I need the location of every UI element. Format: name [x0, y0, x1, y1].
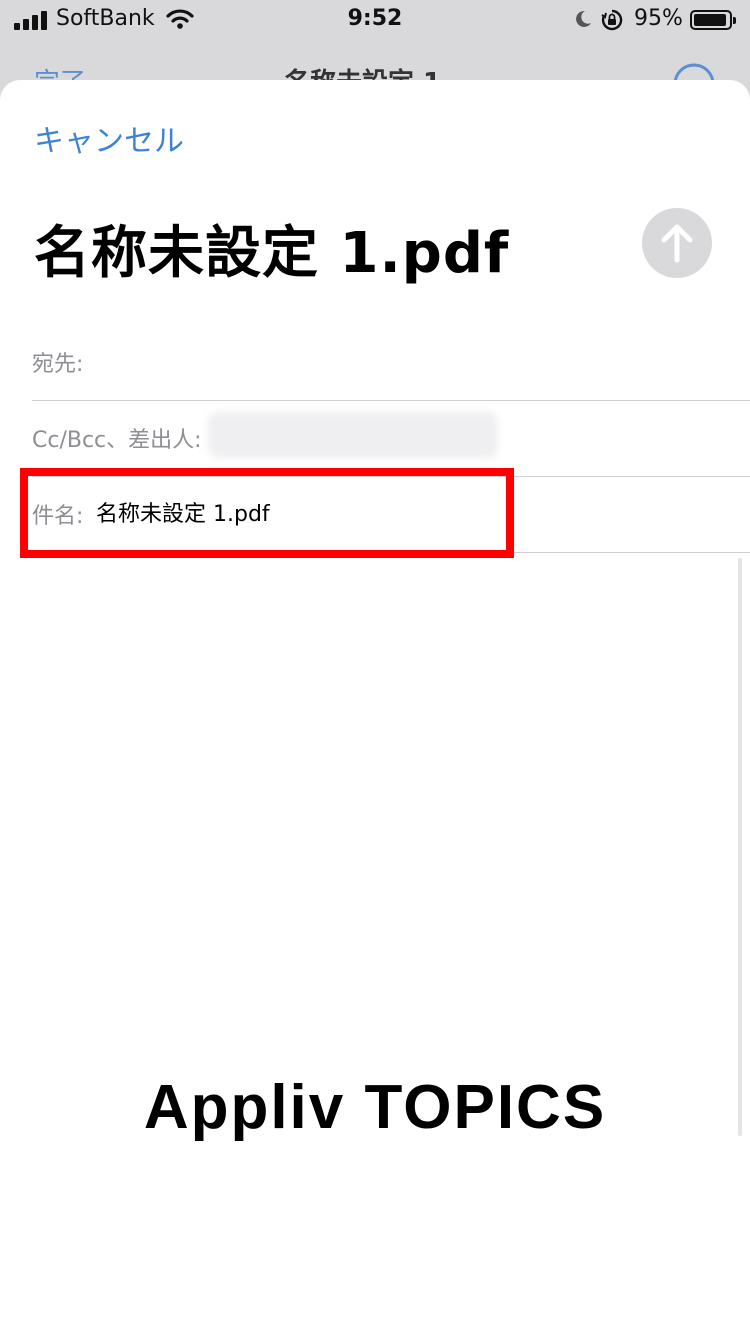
arrow-up-icon [661, 224, 693, 263]
scrollbar[interactable] [738, 558, 742, 1136]
cancel-button[interactable]: キャンセル [34, 116, 184, 160]
watermark: Appliv TOPICS [143, 1073, 607, 1142]
moon-icon [572, 8, 594, 36]
battery-icon [690, 10, 736, 30]
highlight-box [20, 468, 514, 558]
status-bar: SoftBank 9:52 95% [0, 0, 750, 40]
to-label: 宛先: [32, 352, 84, 377]
mail-compose-sheet: キャンセル 名称未設定 1.pdf 宛先: Cc/Bcc、差出人: 件名: 名称… [0, 80, 750, 1334]
cc-label: Cc/Bcc、差出人: [32, 428, 202, 453]
cc-bcc-from-field[interactable]: Cc/Bcc、差出人: [32, 400, 750, 477]
battery-percent: 95% [634, 6, 683, 31]
to-field[interactable]: 宛先: [32, 324, 750, 401]
compose-title: 名称未設定 1.pdf [34, 221, 510, 286]
orientation-lock-icon [600, 8, 624, 38]
message-body[interactable] [0, 554, 750, 1254]
blurred-sender-address [208, 412, 498, 458]
send-button[interactable] [642, 208, 712, 278]
